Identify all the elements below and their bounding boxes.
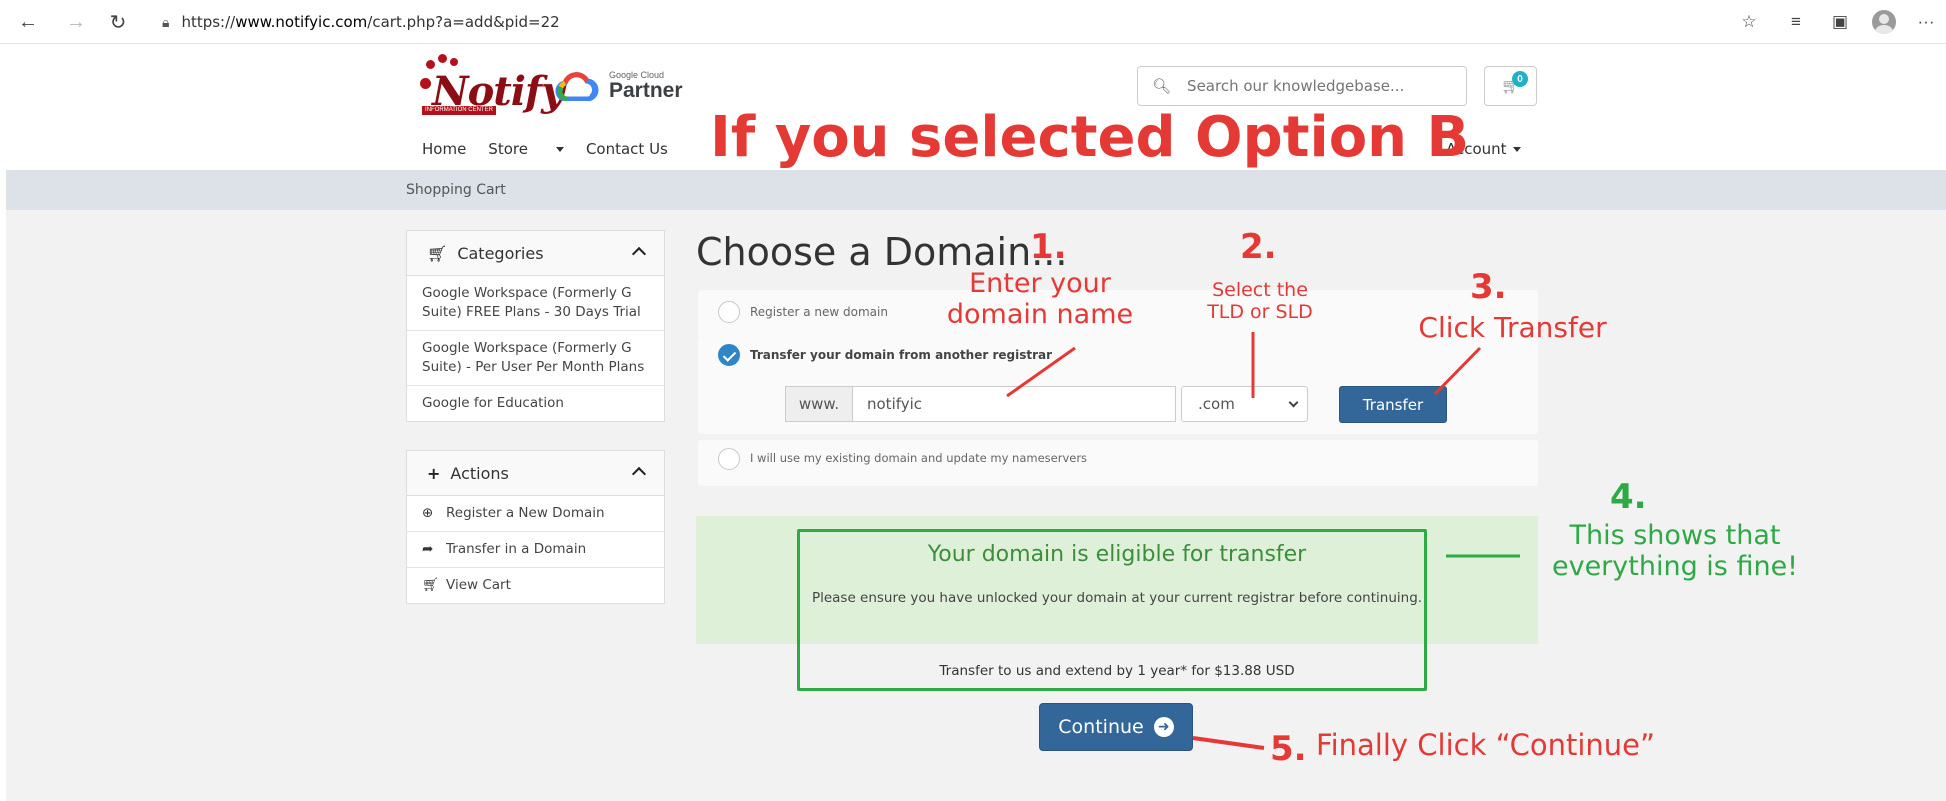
annotation-step2-number: 2. bbox=[1240, 227, 1277, 267]
transfer-radio[interactable] bbox=[718, 344, 740, 366]
more-menu-icon[interactable]: ··· bbox=[1912, 8, 1940, 36]
favorite-star-icon[interactable]: ☆ bbox=[1735, 8, 1763, 36]
notify-logo[interactable]: Notify INFORMATION CENTER bbox=[418, 54, 564, 116]
annotation-step4-text: This shows that everything is fine! bbox=[1551, 520, 1799, 583]
google-cloud-partner-logo: Google Cloud Partner bbox=[555, 66, 683, 106]
knowledgebase-search[interactable]: 🔍︎ bbox=[1137, 66, 1467, 106]
categories-panel: 🛒︎ Categories Google Workspace (Formerly… bbox=[406, 230, 665, 422]
cart-icon: 🛒︎ bbox=[427, 243, 448, 263]
tld-select[interactable]: .com bbox=[1181, 386, 1308, 422]
plus-icon: + bbox=[427, 463, 441, 483]
www-prefix: www. bbox=[785, 386, 853, 422]
actions-title: Actions bbox=[450, 463, 509, 483]
transfer-option-label: Transfer your domain from another regist… bbox=[750, 348, 1053, 362]
breadcrumb: Shopping Cart bbox=[6, 170, 1946, 210]
caret-down-icon bbox=[1512, 147, 1521, 152]
main-nav: Home Store Contact Us bbox=[422, 140, 690, 158]
cart-button[interactable]: 🛒︎ 0 bbox=[1484, 66, 1537, 106]
url-text: https://www.notifyic.com/cart.php?a=add&… bbox=[181, 13, 560, 31]
share-arrow-icon: ➦ bbox=[422, 541, 434, 557]
cart-icon: 🛒︎ bbox=[422, 577, 440, 593]
back-arrow-icon[interactable]: ← bbox=[14, 8, 42, 36]
profile-avatar[interactable] bbox=[1870, 8, 1898, 36]
arrow-right-circle-icon: ➜ bbox=[1153, 717, 1174, 737]
chevron-up-icon[interactable] bbox=[631, 246, 647, 262]
register-option-label: Register a new domain bbox=[750, 305, 888, 319]
cart-count-badge: 0 bbox=[1512, 71, 1528, 87]
domain-name-input[interactable]: notifyic bbox=[852, 386, 1176, 422]
browser-toolbar: ← → ↻ 🔒︎ https://www.notifyic.com/cart.p… bbox=[0, 0, 1946, 44]
actions-panel: + Actions ⊕ Register a New Domain ➦ Transf… bbox=[406, 450, 665, 604]
nav-contact[interactable]: Contact Us bbox=[586, 140, 668, 158]
annotation-step1-text: Enter your domain name bbox=[946, 268, 1134, 331]
refresh-icon[interactable]: ↻ bbox=[104, 8, 132, 36]
category-item[interactable]: Google Workspace (Formerly G Suite) FREE… bbox=[407, 276, 664, 331]
annotation-step3-text: Click Transfer bbox=[1418, 311, 1607, 344]
breadcrumb-label: Shopping Cart bbox=[406, 182, 506, 198]
category-item[interactable]: Google Workspace (Formerly G Suite) - Pe… bbox=[407, 331, 664, 386]
annotation-step2-text: Select the TLD or SLD bbox=[1207, 279, 1313, 323]
transfer-button[interactable]: Transfer bbox=[1339, 386, 1447, 423]
action-view-cart[interactable]: 🛒︎ View Cart bbox=[407, 568, 664, 603]
google-cloud-icon bbox=[555, 72, 599, 101]
category-item[interactable]: Google for Education bbox=[407, 386, 664, 421]
globe-icon: ⊕ bbox=[422, 505, 434, 521]
action-register-domain[interactable]: ⊕ Register a New Domain bbox=[407, 496, 664, 532]
annotation-heading: If you selected Option B bbox=[710, 105, 1470, 170]
categories-header[interactable]: 🛒︎ Categories bbox=[407, 231, 664, 276]
forward-arrow-icon[interactable]: → bbox=[62, 8, 90, 36]
action-transfer-domain[interactable]: ➦ Transfer in a Domain bbox=[407, 532, 664, 568]
register-radio[interactable] bbox=[718, 301, 740, 323]
collections-icon[interactable]: ▣ bbox=[1826, 8, 1854, 36]
continue-button[interactable]: Continue ➜ bbox=[1039, 703, 1193, 751]
annotation-step5-text: Finally Click “Continue” bbox=[1316, 728, 1656, 762]
search-icon: 🔍︎ bbox=[1152, 78, 1172, 95]
categories-title: Categories bbox=[457, 243, 544, 263]
actions-header[interactable]: + Actions bbox=[407, 451, 664, 496]
lock-icon: 🔒︎ bbox=[162, 13, 170, 30]
nav-home[interactable]: Home bbox=[422, 140, 466, 158]
nav-store[interactable]: Store bbox=[488, 140, 564, 158]
existing-option-label: I will use my existing domain and update… bbox=[750, 451, 1088, 465]
chevron-down-icon bbox=[1288, 397, 1299, 408]
existing-radio[interactable] bbox=[718, 448, 740, 470]
annotation-step5-number: 5. bbox=[1270, 729, 1307, 769]
search-input[interactable] bbox=[1187, 77, 1448, 95]
address-bar[interactable]: 🔒︎ https://www.notifyic.com/cart.php?a=a… bbox=[150, 6, 1760, 38]
annotation-step3-number: 3. bbox=[1470, 267, 1507, 307]
annotation-step1-number: 1. bbox=[1030, 227, 1067, 267]
highlight-frame bbox=[797, 529, 1427, 691]
caret-down-icon bbox=[555, 147, 564, 152]
annotation-step4-number: 4. bbox=[1610, 477, 1647, 517]
partner-big-text: Partner bbox=[609, 79, 683, 102]
chevron-up-icon[interactable] bbox=[631, 466, 647, 482]
favorites-list-icon[interactable]: ≡ bbox=[1782, 8, 1810, 36]
option-existing-row[interactable]: I will use my existing domain and update… bbox=[698, 440, 1538, 486]
